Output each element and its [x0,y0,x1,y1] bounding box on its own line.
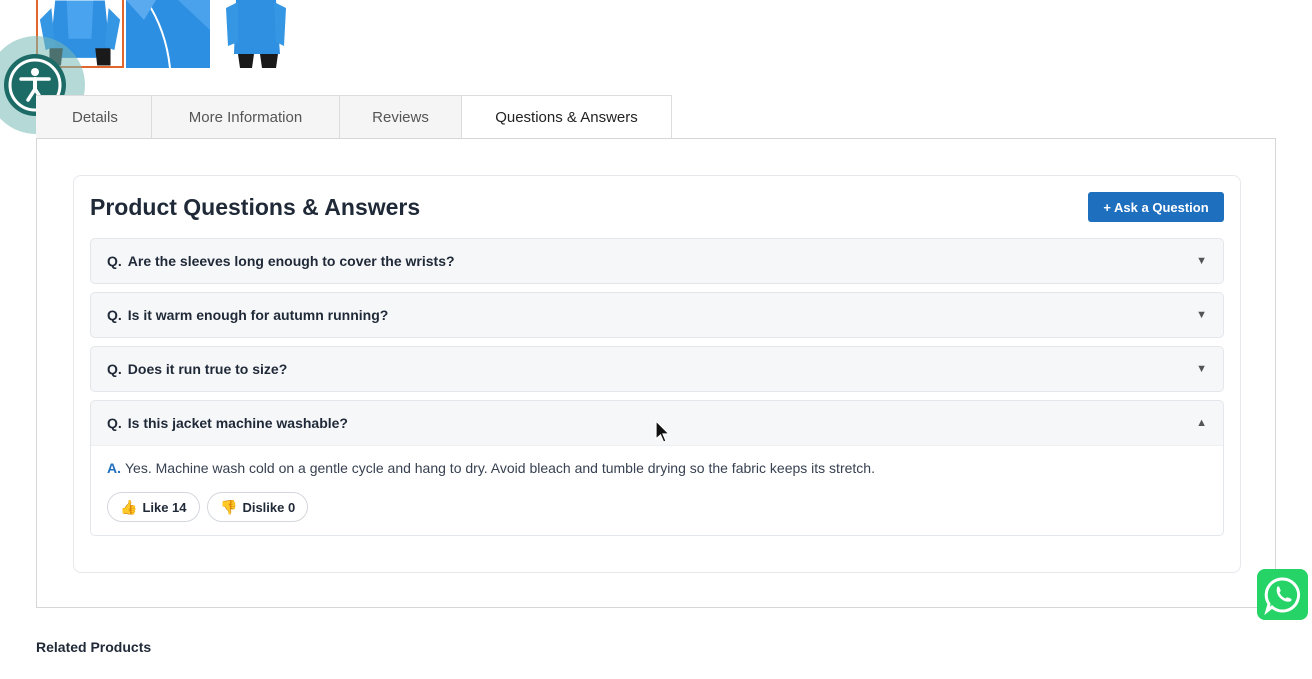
question-item: Q. Does it run true to size? ▼ [90,346,1224,392]
thumb-back[interactable] [216,0,304,68]
tab-details[interactable]: Details [36,95,152,139]
question-item: Q. Is it warm enough for autumn running? … [90,292,1224,338]
thumbs-up-icon: 👍 [120,498,138,515]
question-text: Q. Does it run true to size? [107,361,288,377]
qa-title: Product Questions & Answers [90,194,421,220]
qa-section: Product Questions & Answers + Ask a Ques… [73,175,1241,573]
chevron-down-icon: ▼ [1196,255,1207,267]
jacket-closeup-image [126,0,210,68]
tab-content-panel: Product Questions & Answers + Ask a Ques… [36,138,1276,608]
dislike-button[interactable]: 👎 Dislike 0 [207,492,309,522]
question-text: Q. Is this jacket machine washable? [107,415,348,431]
whatsapp-button[interactable] [1257,569,1308,620]
whatsapp-icon [1263,577,1300,615]
tab-questions-answers[interactable]: Questions & Answers [462,95,672,140]
question-text: Q. Are the sleeves long enough to cover t… [107,253,455,269]
ask-question-button[interactable]: + Ask a Question [1088,192,1224,222]
tab-reviews[interactable]: Reviews [340,95,462,139]
thumbs-down-icon: 👎 [220,498,238,515]
answer-text: A. Yes. Machine wash cold on a gentle cyc… [107,460,875,476]
answer-panel: A. Yes. Machine wash cold on a gentle cyc… [91,445,1223,535]
question-toggle[interactable]: Q. Is it warm enough for autumn running? … [91,293,1223,337]
jacket-back-image [226,0,286,68]
thumb-closeup[interactable] [126,0,214,68]
related-products-title: Related Products [36,639,152,655]
chevron-down-icon: ▼ [1196,309,1207,321]
question-toggle[interactable]: Q. Are the sleeves long enough to cover t… [91,239,1223,283]
product-tabs: Details More Information Reviews Questio… [36,95,672,140]
chevron-down-icon: ▼ [1196,363,1207,375]
like-button[interactable]: 👍 Like 14 [107,492,200,522]
chevron-up-icon: ▲ [1196,417,1207,429]
tab-more-information[interactable]: More Information [152,95,340,139]
question-text: Q. Is it warm enough for autumn running? [107,307,389,323]
question-item: Q. Are the sleeves long enough to cover t… [90,238,1224,284]
question-toggle[interactable]: Q. Does it run true to size? ▼ [91,347,1223,391]
mouse-pointer-icon [655,420,671,443]
